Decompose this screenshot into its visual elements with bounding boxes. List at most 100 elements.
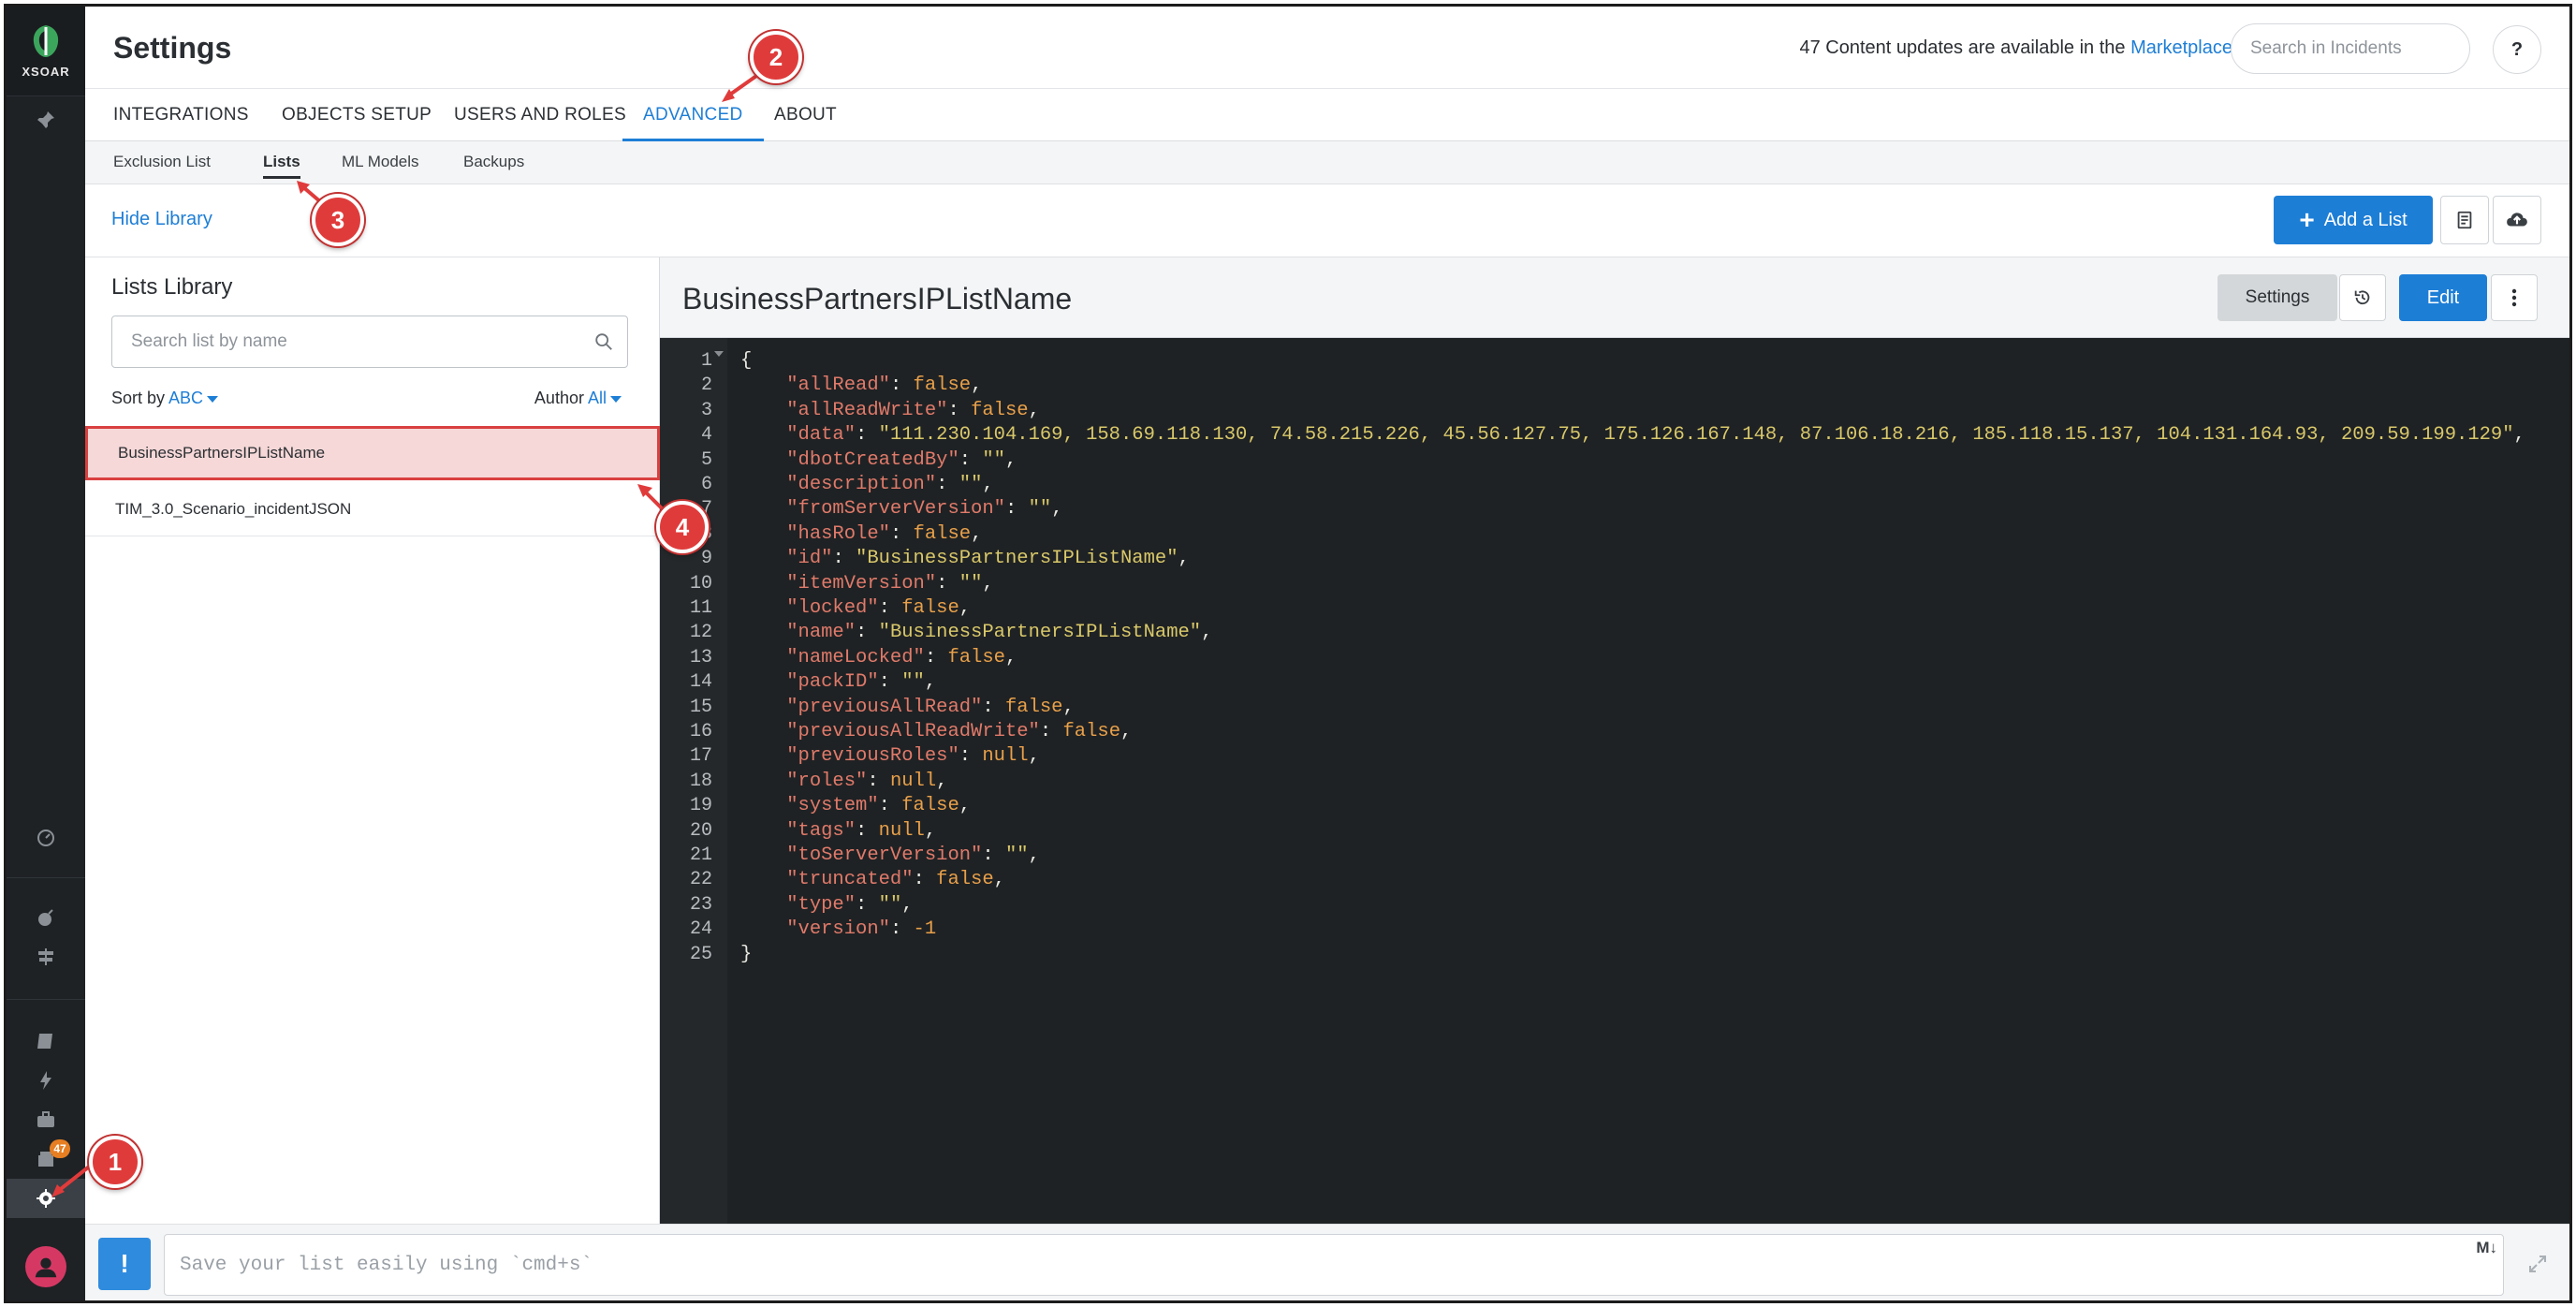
sort-by-control[interactable]: Sort by ABC [111,389,219,408]
signpost-icon[interactable] [7,937,85,977]
more-options-button[interactable] [2491,274,2538,321]
document-icon [2457,211,2472,229]
playbook-book-icon[interactable] [7,1021,85,1061]
expand-icon[interactable] [2526,1253,2549,1275]
subtab-lists[interactable]: Lists [263,153,300,179]
edit-button[interactable]: Edit [2399,274,2487,321]
code-line: "allRead": false, [786,374,983,397]
author-value: All [587,389,607,407]
code-line: "itemVersion": "", [786,572,994,595]
kebab-menu-icon [2511,288,2517,307]
line-number: 15 [689,696,712,718]
line-number: 24 [689,918,712,941]
list-comment-input[interactable]: Save your list easily using `cmd+s` M↓ [164,1234,2504,1296]
code-line: "tags": null, [786,819,937,842]
code-line: "previousAllRead": false, [786,696,1075,718]
history-button[interactable] [2339,274,2386,321]
list-item[interactable]: BusinessPartnersIPListName [85,426,660,480]
line-number: 5 [700,448,712,471]
line-number: 18 [689,770,712,792]
author-label: Author [534,389,584,407]
tab-about[interactable]: ABOUT [774,89,837,141]
tab-users-and-roles[interactable]: USERS AND ROLES [454,89,626,141]
alert-icon: ! [98,1238,151,1290]
dashboard-gauge-icon[interactable] [7,817,85,857]
code-line: } [740,943,753,965]
code-line: "dbotCreatedBy": "", [786,448,1017,471]
user-avatar[interactable] [25,1246,66,1287]
code-line: "name": "BusinessPartnersIPListName", [786,622,1213,644]
tab-integrations[interactable]: INTEGRATIONS [113,89,249,141]
lists-toolbar: Hide Library + Add a List [85,184,2569,257]
line-number: 22 [689,869,712,891]
pin-icon[interactable] [7,100,85,140]
line-number: 23 [689,893,712,916]
code-line: "id": "BusinessPartnersIPListName", [786,548,1190,570]
code-line: "system": false, [786,795,972,817]
markdown-icon: M↓ [2476,1239,2497,1256]
step-marker-4: 4 [656,501,709,553]
line-number: 11 [689,597,712,619]
subtab-ml-models[interactable]: ML Models [342,153,419,171]
app-logo[interactable]: XSOAR [7,7,85,96]
step-marker-3: 3 [312,194,364,246]
search-list-input[interactable]: Search list by name [111,316,628,368]
code-line: "type": "", [786,893,914,916]
code-line: "version": -1 [786,918,937,941]
line-number: 10 [689,572,712,595]
chevron-down-icon [610,395,622,403]
code-line: "data": "111.230.104.169, 158.69.118.130… [786,424,2525,447]
author-filter[interactable]: Author All [534,389,622,408]
tab-objects-setup[interactable]: OBJECTS SETUP [282,89,432,141]
settings-tabs: INTEGRATIONS OBJECTS SETUP USERS AND ROL… [85,89,2569,142]
rail-divider [7,877,85,878]
upload-list-button[interactable] [2493,196,2541,244]
fold-arrow-icon[interactable] [714,351,724,357]
briefcase-icon[interactable] [7,1100,85,1139]
xsoar-logo-icon [33,25,59,57]
code-line: "nameLocked": false, [786,646,1017,668]
user-icon [35,1257,57,1278]
json-code-editor[interactable]: 1234567891011121314151617181920212223242… [660,338,2569,1224]
editor-footer: ! Save your list easily using `cmd+s` M↓ [85,1224,2569,1300]
import-list-button[interactable] [2440,196,2489,244]
code-line: "previousAllReadWrite": false, [786,721,1133,742]
list-settings-button[interactable]: Settings [2217,274,2337,321]
hide-library-link[interactable]: Hide Library [111,209,212,230]
help-button[interactable]: ? [2493,25,2541,74]
code-line: "toServerVersion": "", [786,844,1040,866]
add-list-label: Add a List [2323,209,2408,230]
library-title: Lists Library [111,274,233,300]
footer-placeholder: Save your list easily using `cmd+s` [180,1254,593,1276]
code-line: "fromServerVersion": "", [786,498,1063,521]
incident-search-input[interactable]: Search in Incidents [2231,23,2470,74]
code-line: "locked": false, [786,597,972,619]
sort-by-label: Sort by [111,389,166,407]
list-title: BusinessPartnersIPListName [682,282,1073,316]
sort-by-value: ABC [168,389,204,407]
code-line: "packID": "", [786,671,937,694]
marketplace-badge: 47 [50,1139,70,1158]
search-list-placeholder: Search list by name [131,331,287,351]
app-window: XSOAR 47 Settings 47 Content updates are… [4,4,2572,1303]
line-number: 16 [689,721,712,742]
add-list-button[interactable]: + Add a List [2274,196,2433,244]
line-number: 4 [700,424,712,447]
subtab-backups[interactable]: Backups [463,153,524,171]
code-line: "hasRole": false, [786,522,983,545]
line-number: 12 [689,622,712,644]
plus-icon: + [2299,205,2315,234]
list-item[interactable]: TIM_3.0_Scenario_incidentJSON [85,482,660,536]
subtab-exclusion-list[interactable]: Exclusion List [113,153,211,171]
search-icon [595,333,612,350]
code-line: "roles": null, [786,770,948,792]
automation-bolt-icon[interactable] [7,1061,85,1100]
line-number: 2 [700,374,712,397]
bomb-icon[interactable] [7,898,85,937]
line-number: 13 [689,646,712,668]
code-line: "description": "", [786,474,994,495]
marketplace-link[interactable]: Marketplace [2130,37,2232,58]
list-editor-header: BusinessPartnersIPListName Settings Edit [660,257,2569,338]
code-line: "previousRoles": null, [786,745,1040,768]
line-number: 21 [689,844,712,866]
